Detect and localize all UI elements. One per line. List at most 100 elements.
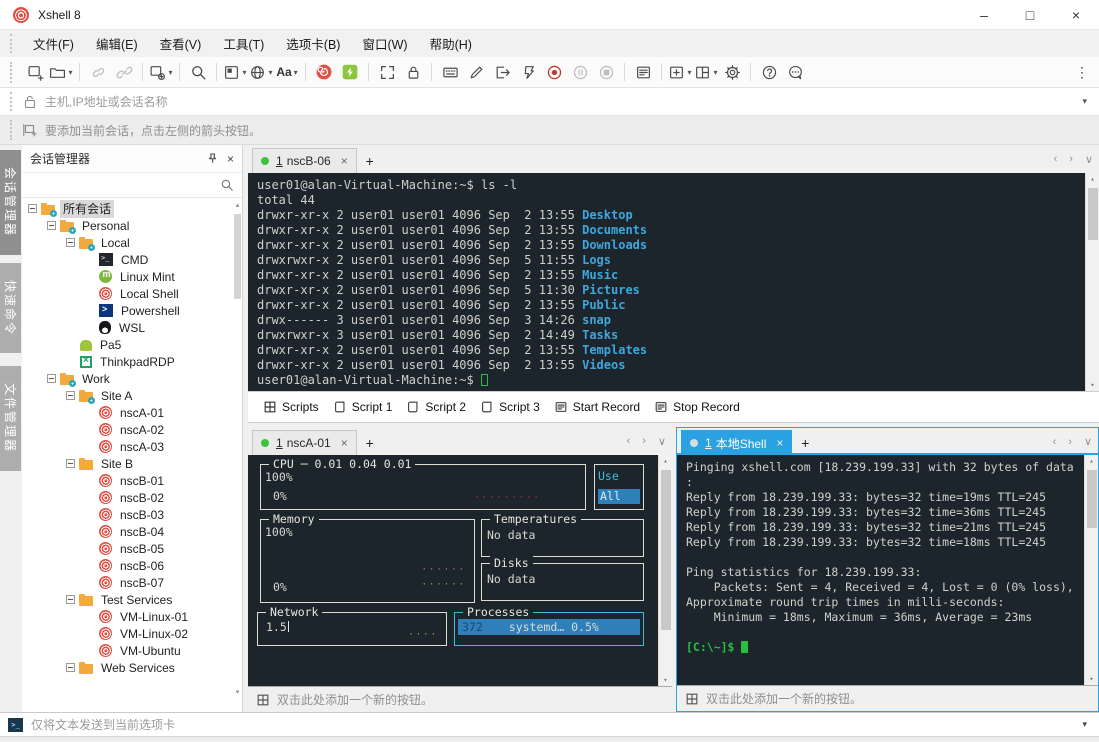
expander-icon[interactable] xyxy=(66,391,75,400)
terminal-scrollbar[interactable]: ▴ ▾ xyxy=(658,455,672,686)
tree-scrollbar[interactable]: ▴ ▾ xyxy=(233,200,242,697)
tab-prev-icon[interactable]: ‹ xyxy=(1054,153,1058,165)
side-tab[interactable]: 文件管理器 xyxy=(0,366,21,471)
close-panel-icon[interactable]: × xyxy=(227,152,234,166)
tree-item[interactable]: nscB-02 xyxy=(22,489,233,506)
tab-list-icon[interactable]: ∨ xyxy=(1085,153,1093,166)
terminal-scrollbar[interactable]: ▴ ▾ xyxy=(1084,455,1098,685)
options-gear-icon[interactable] xyxy=(720,60,744,84)
scroll-down-icon[interactable]: ▾ xyxy=(659,676,672,684)
close-tab-icon[interactable]: × xyxy=(776,436,783,450)
tab-prev-icon[interactable]: ‹ xyxy=(1053,436,1057,448)
session-search-row[interactable] xyxy=(22,173,242,198)
send-text-bar[interactable]: >_ 仅将文本发送到当前选项卡 ▾ xyxy=(0,712,1099,736)
dropdown-caret-icon[interactable]: ▾ xyxy=(294,68,298,77)
session-properties-icon[interactable]: ▾ xyxy=(149,60,173,84)
xftp-icon[interactable] xyxy=(338,60,362,84)
tab-list-icon[interactable]: ∨ xyxy=(658,435,666,448)
tree-item[interactable]: nscA-01 xyxy=(22,404,233,421)
tree-item[interactable]: nscB-05 xyxy=(22,540,233,557)
scrollbar-thumb[interactable] xyxy=(234,214,241,299)
quick-button-bar[interactable]: 双击此处添加一个新的按钮。 xyxy=(248,686,672,712)
scroll-up-icon[interactable]: ▴ xyxy=(1086,175,1099,183)
address-input[interactable]: 主机,IP地址或会话名称 xyxy=(45,93,1082,110)
tree-item[interactable]: nscB-07 xyxy=(22,574,233,591)
toolbar-grip[interactable] xyxy=(10,62,16,83)
tree-item[interactable]: Work xyxy=(22,370,233,387)
close-tab-icon[interactable]: × xyxy=(341,436,348,450)
expander-icon[interactable] xyxy=(66,459,75,468)
find-icon[interactable] xyxy=(186,60,210,84)
tree-item[interactable]: nscB-01 xyxy=(22,472,233,489)
script-button[interactable]: Stop Record xyxy=(654,400,740,414)
tree-item[interactable]: Site B xyxy=(22,455,233,472)
tree-item[interactable]: Pa5 xyxy=(22,336,233,353)
menu-item[interactable]: 查看(V) xyxy=(149,30,213,57)
terminal-nscB-06[interactable]: user01@alan-Virtual-Machine:~$ ls -ltota… xyxy=(248,173,1099,391)
quick-button-bar[interactable]: 双击此处添加一个新的按钮。 xyxy=(677,685,1098,711)
script-button[interactable]: Script 3 xyxy=(480,400,540,414)
toolbar-grip[interactable] xyxy=(10,34,16,53)
maximize-button[interactable]: □ xyxy=(1007,0,1053,29)
use-label[interactable]: Use xyxy=(598,469,619,483)
tree-item[interactable]: Powershell xyxy=(22,302,233,319)
dropdown-caret-icon[interactable]: ▾ xyxy=(168,68,172,77)
menu-item[interactable]: 窗口(W) xyxy=(351,30,418,57)
dropdown-caret-icon[interactable]: ▾ xyxy=(242,68,246,77)
xshell-home-icon[interactable] xyxy=(312,60,336,84)
tree-item[interactable]: Local Shell xyxy=(22,285,233,302)
tree-item[interactable]: Local xyxy=(22,234,233,251)
scroll-up-icon[interactable]: ▴ xyxy=(1085,457,1098,465)
script-button[interactable]: Script 1 xyxy=(333,400,393,414)
tree-item[interactable]: VM-Ubuntu xyxy=(22,642,233,659)
expander-icon[interactable] xyxy=(66,663,75,672)
terminal-scrollbar[interactable]: ▴ ▾ xyxy=(1085,173,1099,391)
help-icon[interactable] xyxy=(757,60,781,84)
tab-prev-icon[interactable]: ‹ xyxy=(627,435,631,447)
toolbar-overflow-icon[interactable]: ⋮ xyxy=(1075,64,1089,81)
scroll-down-icon[interactable]: ▾ xyxy=(1086,381,1099,389)
tile-layout-icon[interactable]: ▾ xyxy=(694,60,718,84)
dropdown-caret-icon[interactable]: ▾ xyxy=(68,68,72,77)
menu-item[interactable]: 文件(F) xyxy=(22,30,85,57)
terminal-local-shell[interactable]: Pinging xshell.com [18.239.199.33] with … xyxy=(677,455,1098,685)
scrollbar-thumb[interactable] xyxy=(661,470,671,630)
pin-icon[interactable] xyxy=(206,152,219,165)
address-dropdown-icon[interactable]: ▾ xyxy=(1082,96,1087,107)
font-icon[interactable]: Aa▾ xyxy=(275,60,299,84)
script-button[interactable]: Start Record xyxy=(554,400,640,414)
expander-icon[interactable] xyxy=(66,595,75,604)
tab-next-icon[interactable]: › xyxy=(1068,436,1072,448)
expander-icon[interactable] xyxy=(28,204,37,213)
send-dropdown-icon[interactable]: ▾ xyxy=(1082,719,1087,730)
tab-nscB-06[interactable]: 1 nscB-06 × xyxy=(252,148,357,173)
compose-icon[interactable] xyxy=(464,60,488,84)
search-icon[interactable] xyxy=(220,178,234,192)
terminal-nscA-01[interactable]: CPU ─ 0.01 0.04 0.01 100% 0% ········· U… xyxy=(248,455,672,686)
menu-item[interactable]: 选项卡(B) xyxy=(275,30,351,57)
tree-item[interactable]: Test Services xyxy=(22,591,233,608)
toolbar-grip[interactable] xyxy=(10,120,16,140)
side-tab[interactable]: 会话管理器 xyxy=(0,150,21,255)
close-tab-icon[interactable]: × xyxy=(341,154,348,168)
open-session-icon[interactable]: ▾ xyxy=(49,60,73,84)
tree-item[interactable]: CMD xyxy=(22,251,233,268)
dropdown-caret-icon[interactable]: ▾ xyxy=(268,68,272,77)
new-tab-button[interactable]: + xyxy=(792,430,818,455)
scroll-page-icon[interactable] xyxy=(516,60,540,84)
tree-item[interactable]: Personal xyxy=(22,217,233,234)
tab-next-icon[interactable]: › xyxy=(642,435,646,447)
encoding-globe-icon[interactable]: ▾ xyxy=(249,60,273,84)
minimize-button[interactable]: – xyxy=(961,0,1007,29)
tree-item[interactable]: nscA-03 xyxy=(22,438,233,455)
tree-item[interactable]: WSL xyxy=(22,319,233,336)
tree-item[interactable]: VM-Linux-02 xyxy=(22,625,233,642)
scroll-up-icon[interactable]: ▴ xyxy=(233,201,242,209)
session-log-icon[interactable] xyxy=(631,60,655,84)
new-tab-button[interactable]: + xyxy=(357,148,383,173)
dropdown-caret-icon[interactable]: ▾ xyxy=(713,68,717,77)
virtual-keyboard-icon[interactable] xyxy=(438,60,462,84)
tab-nscA-01[interactable]: 1 nscA-01 × xyxy=(252,430,357,455)
tab-list-icon[interactable]: ∨ xyxy=(1084,435,1092,448)
expander-icon[interactable] xyxy=(47,374,56,383)
